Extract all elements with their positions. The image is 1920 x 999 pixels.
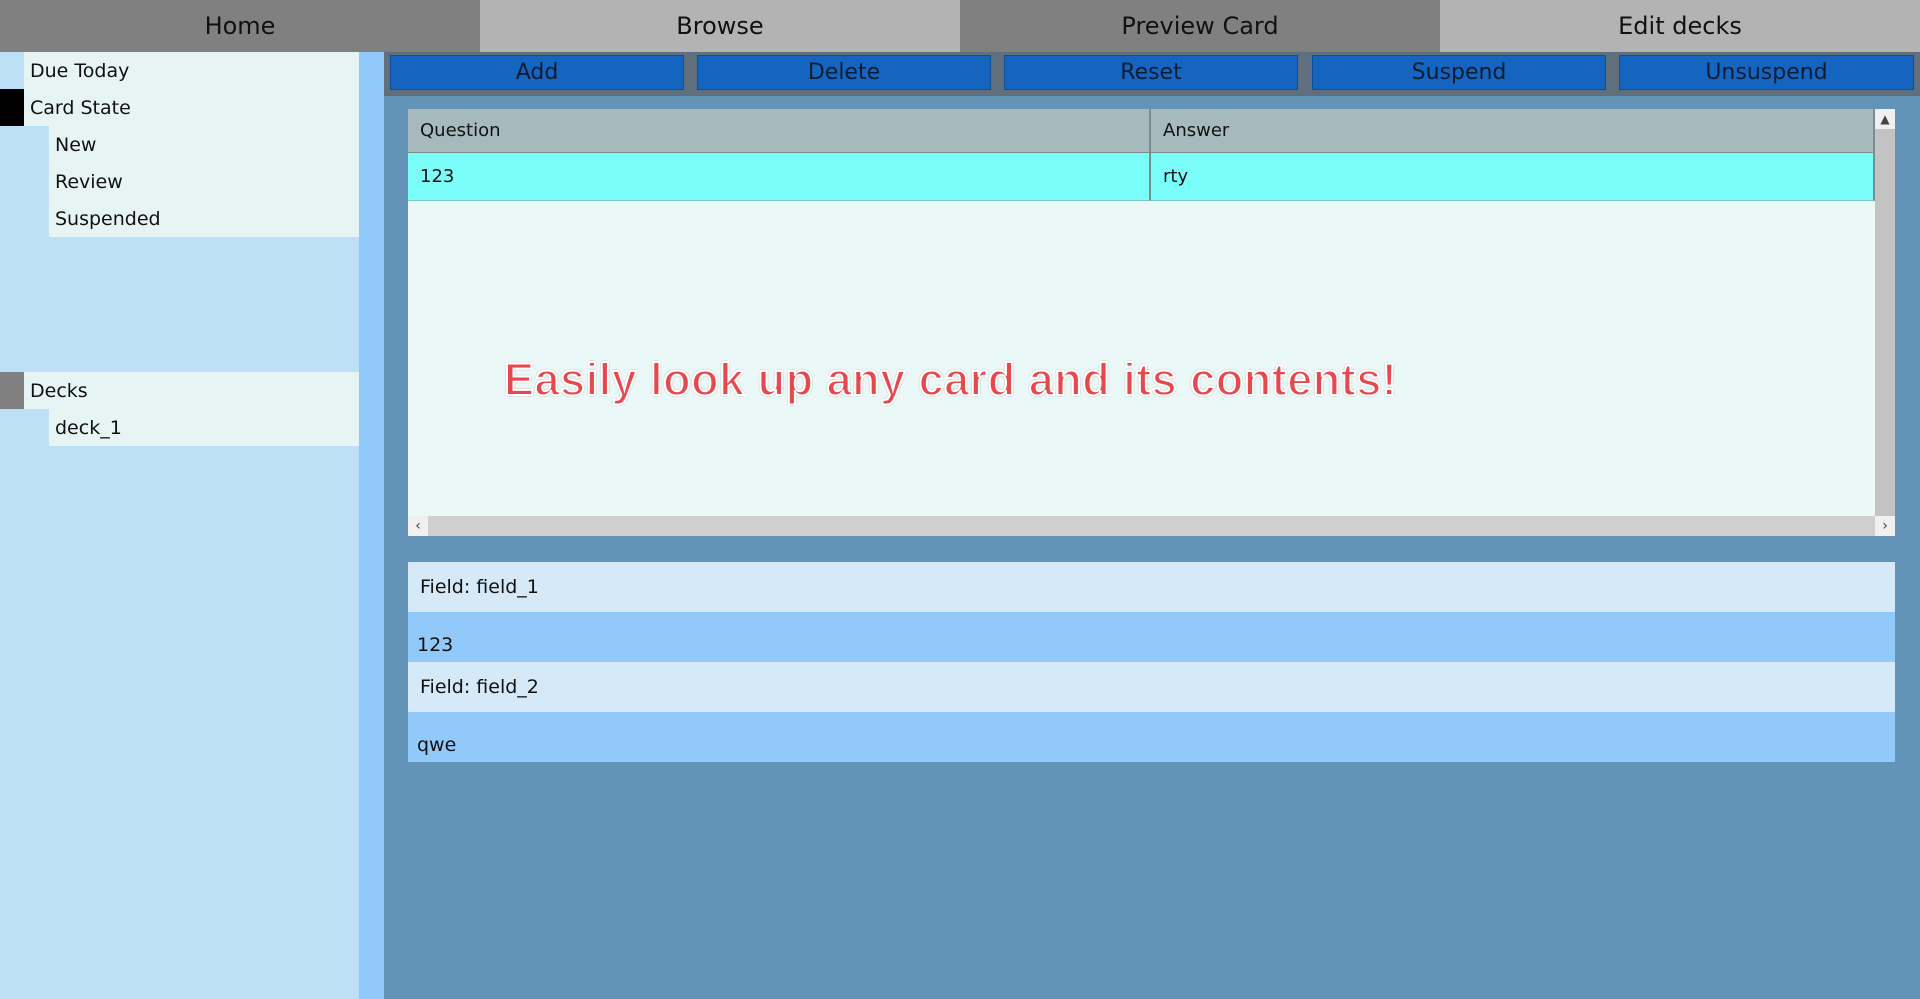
top-nav: Home Browse Preview Card Edit decks [0, 0, 1920, 52]
toolbar: Add Delete Reset Suspend Unsuspend [384, 52, 1920, 96]
sidebar-item-label: Suspended [55, 207, 161, 230]
suspend-button[interactable]: Suspend [1312, 55, 1606, 90]
sidebar-item-deck-1[interactable]: deck_1 [49, 409, 359, 446]
table-cell-answer[interactable]: rty [1151, 153, 1875, 201]
scroll-left-icon[interactable]: ‹ [408, 516, 428, 536]
promo-caption: Easily look up any card and its contents… [503, 353, 1398, 406]
sidebar-item-suspended[interactable]: Suspended [49, 200, 359, 237]
sidebar-item-card-state[interactable]: Card State [24, 89, 359, 126]
tab-edit-decks[interactable]: Edit decks [1440, 0, 1920, 52]
field-value[interactable]: qwe [408, 712, 1895, 762]
tab-home[interactable]: Home [0, 0, 480, 52]
column-header-question[interactable]: Question [408, 109, 1151, 153]
sidebar-item-new[interactable]: New [49, 126, 359, 163]
tab-preview-card[interactable]: Preview Card [960, 0, 1440, 52]
card-state-expand-marker[interactable] [0, 89, 24, 126]
sidebar-item-decks[interactable]: Decks [24, 372, 359, 409]
field-label: Field: field_1 [408, 562, 1895, 612]
scroll-right-icon[interactable]: › [1875, 516, 1895, 536]
delete-button[interactable]: Delete [697, 55, 991, 90]
vertical-scrollbar[interactable]: ▲ [1875, 109, 1895, 516]
horizontal-scrollbar[interactable]: ‹ › [408, 516, 1895, 536]
sidebar-item-label: deck_1 [55, 416, 122, 439]
scroll-up-icon[interactable]: ▲ [1875, 109, 1895, 129]
reset-button[interactable]: Reset [1004, 55, 1298, 90]
field-label: Field: field_2 [408, 662, 1895, 712]
main-panel: Add Delete Reset Suspend Unsuspend Quest… [384, 52, 1920, 999]
sidebar-item-label: Review [55, 170, 123, 193]
sidebar-item-label: Due Today [30, 59, 130, 82]
sidebar-item-label: New [55, 133, 97, 156]
sidebar: Due Today Card State New Review Suspende… [0, 52, 360, 999]
decks-expand-marker[interactable] [0, 372, 24, 409]
sidebar-item-label: Decks [30, 379, 88, 402]
unsuspend-button[interactable]: Unsuspend [1619, 55, 1914, 90]
column-header-answer[interactable]: Answer [1151, 109, 1875, 153]
field-value[interactable]: 123 [408, 612, 1895, 662]
table-cell-question[interactable]: 123 [408, 153, 1151, 201]
sidebar-item-label: Card State [30, 96, 131, 119]
sidebar-item-due-today[interactable]: Due Today [24, 52, 359, 89]
sidebar-item-review[interactable]: Review [49, 163, 359, 200]
sidebar-splitter[interactable] [359, 52, 384, 999]
cards-grid: Question Answer 123 rty Easily look up a… [408, 109, 1895, 536]
add-button[interactable]: Add [390, 55, 684, 90]
tab-browse[interactable]: Browse [480, 0, 960, 52]
